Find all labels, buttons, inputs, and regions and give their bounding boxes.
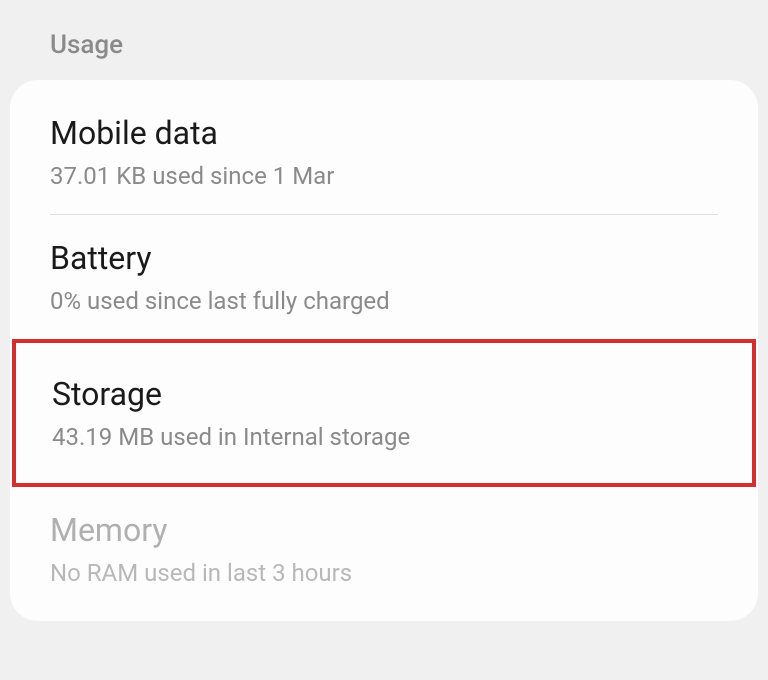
mobile-data-item[interactable]: Mobile data 37.01 KB used since 1 Mar <box>10 90 758 214</box>
memory-item[interactable]: Memory No RAM used in last 3 hours <box>10 487 758 611</box>
usage-section: Usage Mobile data 37.01 KB used since 1 … <box>0 0 768 621</box>
section-title: Usage <box>10 0 758 80</box>
mobile-data-title: Mobile data <box>50 114 718 152</box>
memory-title: Memory <box>50 511 718 549</box>
storage-title: Storage <box>52 375 716 413</box>
memory-subtitle: No RAM used in last 3 hours <box>50 559 718 587</box>
storage-subtitle: 43.19 MB used in Internal storage <box>52 423 716 451</box>
mobile-data-subtitle: 37.01 KB used since 1 Mar <box>50 162 718 190</box>
usage-card: Mobile data 37.01 KB used since 1 Mar Ba… <box>10 80 758 621</box>
battery-item[interactable]: Battery 0% used since last fully charged <box>10 215 758 339</box>
battery-title: Battery <box>50 239 718 277</box>
battery-subtitle: 0% used since last fully charged <box>50 287 718 315</box>
storage-item[interactable]: Storage 43.19 MB used in Internal storag… <box>12 339 756 487</box>
